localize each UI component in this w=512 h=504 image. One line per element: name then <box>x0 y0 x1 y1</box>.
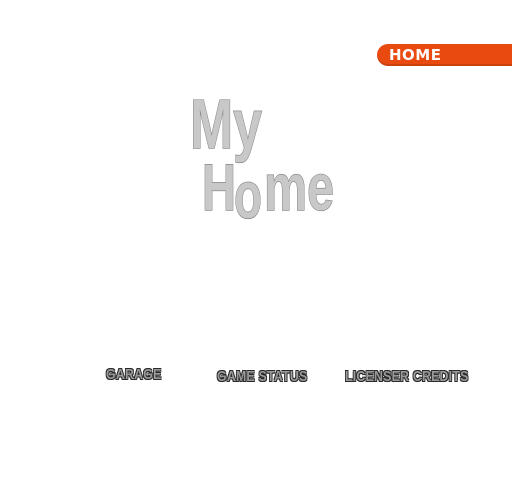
title-line-2-rest: me <box>264 150 334 224</box>
home-tab-label: HOME <box>389 46 442 64</box>
menu-item-garage[interactable]: GARAGE <box>106 366 161 384</box>
menu-item-game-status[interactable]: GAME STATUS <box>217 368 307 386</box>
title-line-2-h: H <box>202 150 236 224</box>
home-screen: HOME My H o me GARAGE GAME STATUS LICENS… <box>0 0 512 504</box>
my-home-logo: My H o me <box>188 88 338 224</box>
home-tab: HOME <box>377 44 512 66</box>
menu-item-licenser-credits[interactable]: LICENSER CREDITS <box>345 368 469 386</box>
title-line-2-o: o <box>234 158 262 224</box>
